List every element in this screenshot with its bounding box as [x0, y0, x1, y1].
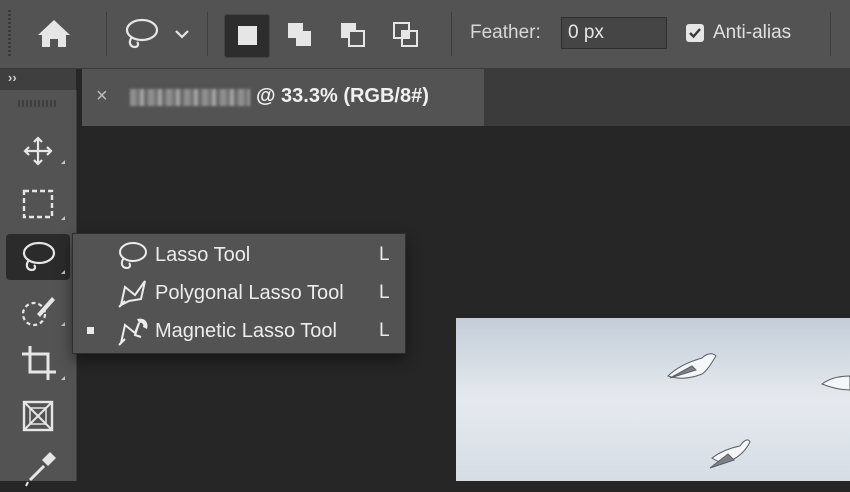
subtract-from-selection-icon [341, 23, 365, 47]
separator [207, 12, 208, 56]
eyedropper-icon [25, 452, 56, 487]
crop-icon [22, 346, 65, 380]
quick-selection-icon [21, 297, 65, 327]
document-tab-title: @ 33.3% (RGB/8#) [256, 85, 429, 107]
selected-indicator [87, 327, 94, 334]
lasso-tool[interactable] [6, 234, 70, 280]
menu-item-shortcut: L [379, 282, 390, 303]
menu-item-polygonal-lasso-tool[interactable]: Polygonal Lasso Tool L [73, 274, 405, 312]
add-to-selection-icon [288, 23, 311, 46]
lasso-icon [119, 242, 147, 270]
menu-item-label: Magnetic Lasso Tool [155, 320, 337, 342]
tool-preset-picker[interactable] [118, 14, 196, 54]
separator [830, 12, 831, 56]
polygonal-lasso-icon [118, 280, 146, 308]
rectangle-marquee-icon [22, 189, 65, 220]
lasso-tools-flyout: Lasso Tool L Polygonal Lasso Tool L Magn… [72, 233, 406, 354]
intersect-with-selection-button[interactable] [385, 14, 429, 56]
home-button[interactable] [32, 14, 76, 54]
move-icon [23, 136, 65, 166]
toolbar-grip[interactable] [18, 100, 58, 107]
separator [106, 12, 107, 56]
frame-tool[interactable] [6, 394, 70, 440]
document-tab[interactable]: × @ 33.3% (RGB/8#) [82, 69, 484, 126]
menu-item-magnetic-lasso-tool[interactable]: Magnetic Lasso Tool L [73, 312, 405, 350]
toolbar [0, 90, 77, 487]
document-image[interactable] [456, 318, 850, 481]
toolbar-header: ›› [0, 69, 76, 90]
move-tool[interactable] [6, 128, 70, 174]
feather-input[interactable]: 0 px [561, 17, 667, 49]
menu-item-lasso-tool[interactable]: Lasso Tool L [73, 236, 405, 274]
menu-item-label: Lasso Tool [155, 244, 251, 266]
new-selection-icon [238, 26, 257, 45]
intersect-with-selection-icon [393, 22, 418, 47]
options-bar-grip[interactable] [8, 10, 11, 58]
separator [451, 12, 452, 56]
chevron-down-icon [175, 30, 189, 39]
anti-alias-checkbox[interactable] [686, 24, 704, 42]
marquee-tool[interactable] [6, 182, 70, 228]
eyedropper-tool[interactable] [6, 446, 70, 492]
home-icon [38, 20, 70, 47]
document-tab-strip: × @ 33.3% (RGB/8#) [82, 69, 850, 126]
magnetic-lasso-icon [118, 318, 148, 346]
birds-photo [456, 318, 850, 481]
checkmark-icon [689, 28, 701, 39]
menu-item-label: Polygonal Lasso Tool [155, 282, 344, 304]
frame-icon [22, 400, 54, 432]
options-bar: Feather: 0 px Anti-alias [0, 0, 850, 69]
anti-alias-label: Anti-alias [713, 22, 792, 43]
collapse-toolbar-button[interactable]: ›› [8, 70, 17, 85]
quick-selection-tool[interactable] [6, 288, 70, 334]
feather-label: Feather: [470, 22, 541, 43]
menu-item-shortcut: L [379, 320, 390, 341]
close-tab-button[interactable]: × [96, 85, 108, 108]
subtract-from-selection-button[interactable] [332, 14, 376, 56]
add-to-selection-button[interactable] [279, 14, 323, 56]
redacted-filename [130, 89, 250, 106]
lasso-icon [22, 241, 65, 274]
new-selection-button[interactable] [224, 14, 270, 58]
lasso-icon [125, 18, 159, 49]
menu-item-shortcut: L [379, 244, 390, 265]
crop-tool[interactable] [6, 340, 70, 386]
